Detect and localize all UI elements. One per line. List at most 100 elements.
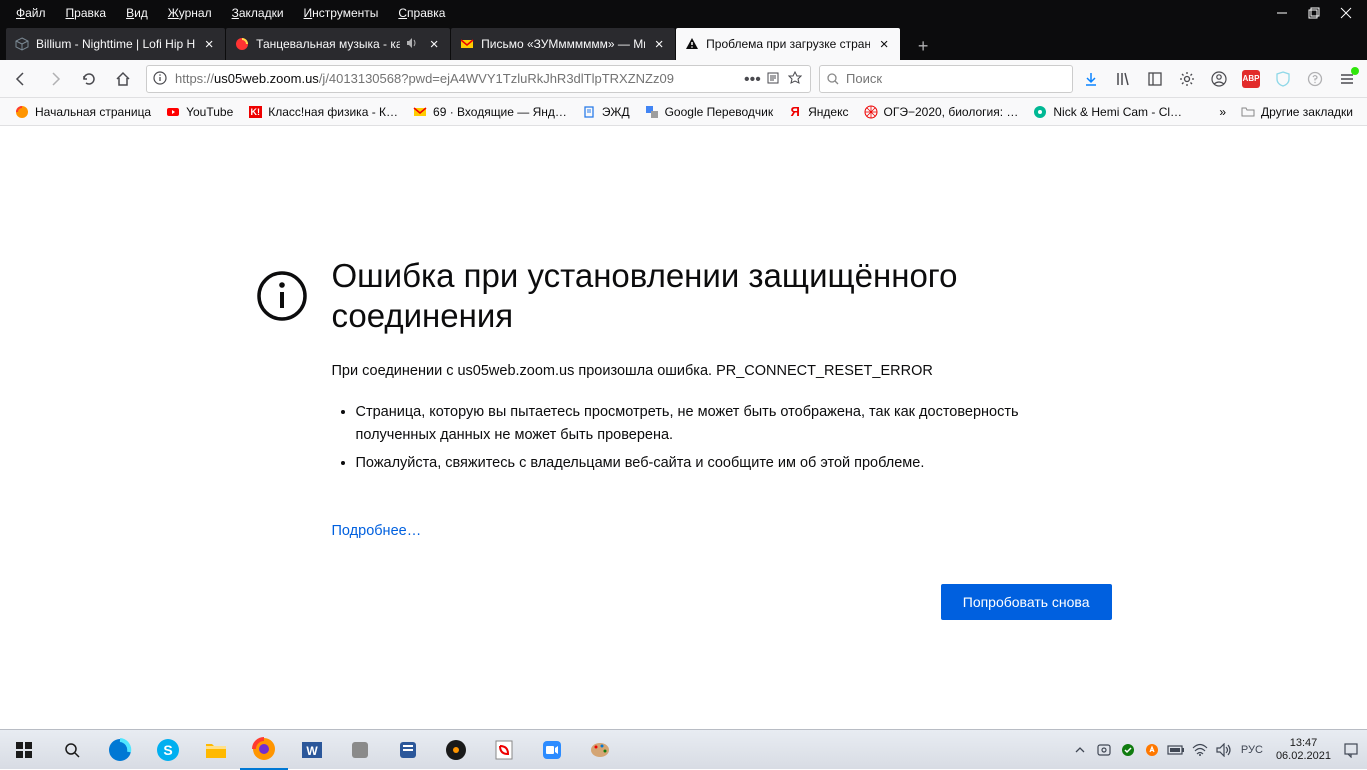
task-explorer[interactable] xyxy=(192,730,240,770)
task-app-2[interactable] xyxy=(384,730,432,770)
menu-file[interactable]: Файл xyxy=(8,4,54,22)
mail-icon xyxy=(412,104,428,120)
tab-3-active[interactable]: Проблема при загрузке стран × xyxy=(676,28,900,60)
error-description: При соединении с us05web.zoom.us произош… xyxy=(332,363,1112,379)
page-action-dots-icon[interactable]: ••• xyxy=(744,71,760,87)
audio-icon[interactable] xyxy=(406,37,420,51)
start-button[interactable] xyxy=(0,730,48,770)
library-icon[interactable] xyxy=(1109,65,1137,93)
bookmark-gtranslate[interactable]: Google Переводчик xyxy=(638,101,780,123)
clock-date: 06.02.2021 xyxy=(1276,750,1331,763)
bookmark-mail[interactable]: 69 · Входящие — Янд… xyxy=(406,101,573,123)
try-again-button[interactable]: Попробовать снова xyxy=(941,584,1112,620)
oge-icon xyxy=(863,104,879,120)
bookmark-oge[interactable]: ОГЭ−2020, биология: … xyxy=(857,101,1025,123)
maximize-button[interactable] xyxy=(1307,6,1321,20)
tray-battery-icon[interactable] xyxy=(1166,740,1186,760)
hamburger-menu-icon[interactable] xyxy=(1333,65,1361,93)
settings-icon[interactable] xyxy=(1173,65,1201,93)
search-input[interactable] xyxy=(846,71,1066,86)
sidebar-icon[interactable] xyxy=(1141,65,1169,93)
tray-security-icon[interactable] xyxy=(1118,740,1138,760)
info-large-icon xyxy=(256,270,308,322)
bookmark-yandex[interactable]: ЯЯндекс xyxy=(781,101,854,123)
clock-time: 13:47 xyxy=(1276,737,1331,750)
learn-more-link[interactable]: Подробнее… xyxy=(332,523,422,539)
tray-meet-icon[interactable] xyxy=(1094,740,1114,760)
info-icon[interactable] xyxy=(153,71,169,87)
task-edge[interactable] xyxy=(96,730,144,770)
error-bullet-1: Страница, которую вы пытаетесь просмотре… xyxy=(356,401,1076,446)
urlbar[interactable]: https://us05web.zoom.us/j/4013130568?pwd… xyxy=(146,65,811,93)
menu-help[interactable]: Справка xyxy=(390,4,453,22)
tabbar: Billium - Nighttime | Lofi Hip H × Танце… xyxy=(0,26,1367,60)
task-paint[interactable] xyxy=(576,730,624,770)
bookmark-physics[interactable]: K!Класс!ная физика - К… xyxy=(241,101,404,123)
tray-volume-icon[interactable] xyxy=(1214,740,1234,760)
minimize-button[interactable] xyxy=(1275,6,1289,20)
home-button[interactable] xyxy=(108,64,138,94)
tab-1[interactable]: Танцевальная музыка - кан × xyxy=(226,28,450,60)
new-tab-button[interactable]: + xyxy=(909,32,937,60)
menu-bookmarks[interactable]: Закладки xyxy=(224,4,292,22)
close-button[interactable] xyxy=(1339,6,1353,20)
tray-lang[interactable]: РУС xyxy=(1238,740,1266,760)
tab-close-icon[interactable]: × xyxy=(426,36,442,52)
window-controls xyxy=(1275,6,1359,20)
tab-close-icon[interactable]: × xyxy=(876,36,892,52)
searchbar[interactable] xyxy=(819,65,1073,93)
cube-icon xyxy=(14,36,30,52)
tab-close-icon[interactable]: × xyxy=(651,36,667,52)
forward-button[interactable] xyxy=(40,64,70,94)
toolbar-icons: ABP xyxy=(1077,65,1361,93)
tray-chevron-icon[interactable] xyxy=(1070,740,1090,760)
bookmark-youtube[interactable]: YouTube xyxy=(159,101,239,123)
task-word[interactable]: W xyxy=(288,730,336,770)
menu-tools[interactable]: Инструменты xyxy=(296,4,387,22)
bookmark-label: 69 · Входящие — Янд… xyxy=(433,105,567,119)
tab-0[interactable]: Billium - Nighttime | Lofi Hip H × xyxy=(6,28,225,60)
error-bullet-2: Пожалуйста, свяжитесь с владельцами веб-… xyxy=(356,452,1076,474)
tab-title: Проблема при загрузке стран xyxy=(706,37,870,51)
task-media[interactable] xyxy=(432,730,480,770)
bookmark-label: Google Переводчик xyxy=(665,105,774,119)
tab-2[interactable]: Письмо «ЗУМмммммм» — Ми × xyxy=(451,28,675,60)
menu-view[interactable]: Вид xyxy=(118,4,156,22)
task-zoom[interactable] xyxy=(528,730,576,770)
tab-close-icon[interactable]: × xyxy=(201,36,217,52)
yandex-icon: Я xyxy=(787,104,803,120)
bookmark-label: YouTube xyxy=(186,105,233,119)
yandex-music-icon xyxy=(234,36,250,52)
bookmark-star-icon[interactable] xyxy=(788,71,804,87)
task-skype[interactable]: S xyxy=(144,730,192,770)
menu-edit[interactable]: Правка xyxy=(58,4,115,22)
help-icon[interactable] xyxy=(1301,65,1329,93)
tray-clock[interactable]: 13:47 06.02.2021 xyxy=(1270,737,1337,762)
bookmark-cam[interactable]: Nick & Hemi Cam - Cl… xyxy=(1026,101,1188,123)
bookmark-label: ОГЭ−2020, биология: … xyxy=(884,105,1019,119)
task-firefox[interactable] xyxy=(240,730,288,770)
doc-icon xyxy=(581,104,597,120)
task-app-1[interactable] xyxy=(336,730,384,770)
gtranslate-icon xyxy=(644,104,660,120)
cam-icon xyxy=(1032,104,1048,120)
svg-text:S: S xyxy=(163,742,172,758)
update-badge-icon xyxy=(1351,67,1359,75)
tray-avast-icon[interactable] xyxy=(1142,740,1162,760)
bookmarks-overflow-icon[interactable]: » xyxy=(1219,105,1226,119)
tray-notifications-icon[interactable] xyxy=(1341,740,1361,760)
menu-history[interactable]: Журнал xyxy=(160,4,220,22)
abp-icon[interactable]: ABP xyxy=(1237,65,1265,93)
other-bookmarks[interactable]: Другие закладки xyxy=(1234,101,1359,123)
task-search-button[interactable] xyxy=(48,730,96,770)
back-button[interactable] xyxy=(6,64,36,94)
reload-button[interactable] xyxy=(74,64,104,94)
account-icon[interactable] xyxy=(1205,65,1233,93)
reader-mode-icon[interactable] xyxy=(766,71,782,87)
downloads-icon[interactable] xyxy=(1077,65,1105,93)
tray-wifi-icon[interactable] xyxy=(1190,740,1210,760)
task-pdf[interactable] xyxy=(480,730,528,770)
bookmark-home[interactable]: Начальная страница xyxy=(8,101,157,123)
shield-icon[interactable] xyxy=(1269,65,1297,93)
bookmark-ejd[interactable]: ЭЖД xyxy=(575,101,636,123)
